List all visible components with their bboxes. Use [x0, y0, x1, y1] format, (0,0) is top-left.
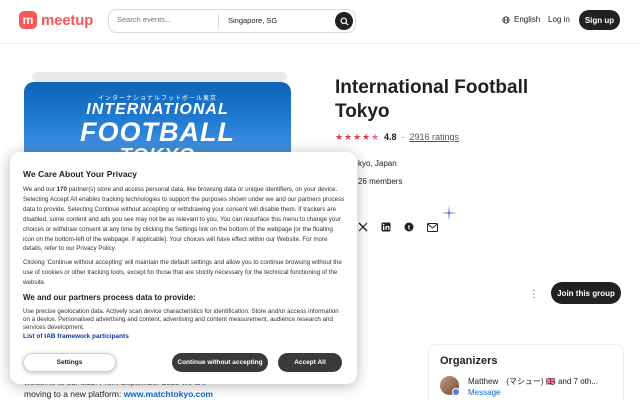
website-link[interactable]: www.matchtokyo.com [124, 389, 213, 399]
consent-subtitle: We and our partners process data to prov… [23, 293, 196, 302]
linkedin-icon[interactable] [380, 221, 392, 233]
share-icons: t [357, 221, 438, 233]
search-button[interactable] [335, 12, 353, 30]
consent-body-post: partner(s) store and access personal dat… [23, 186, 345, 253]
star-half-icon: ★ [371, 132, 380, 142]
privacy-consent-dialog: We Care About Your Privacy We and our 17… [10, 152, 357, 384]
group-title: International Football Tokyo [335, 77, 529, 122]
settings-button[interactable]: Settings [23, 353, 116, 372]
description-prefix: moving to a new platform: [24, 389, 124, 399]
rating-value: 4.8 [384, 132, 397, 142]
message-link[interactable]: Message [468, 388, 500, 397]
location-input[interactable]: Singapore, SG [228, 16, 277, 25]
rating-stars: ★ ★ ★ ★ ★ [335, 132, 380, 142]
tumblr-icon[interactable]: t [403, 221, 415, 233]
globe-icon [502, 15, 510, 24]
continue-without-accepting-button[interactable]: Continue without accepting [172, 353, 268, 372]
star-icon: ★ [353, 132, 362, 142]
star-icon: ★ [344, 132, 353, 142]
star-icon: ★ [335, 132, 344, 142]
group-members[interactable]: 26 members [358, 177, 402, 186]
logo-text: meetup [41, 11, 94, 29]
search-input[interactable] [117, 15, 217, 24]
partner-count: 170 [56, 186, 67, 193]
organizers-title: Organizers [440, 355, 498, 367]
language-label: English [514, 15, 541, 24]
signup-button[interactable]: Sign up [579, 10, 620, 30]
meetup-logo[interactable]: m meetup [19, 11, 93, 29]
banner-line2: FOOTBALL [80, 117, 235, 147]
banner-card-back [32, 72, 287, 82]
rating-count-link[interactable]: 2916 ratings [410, 132, 460, 142]
consent-body: We and our 170 partner(s) store and acce… [23, 185, 345, 254]
language-selector[interactable]: English [502, 15, 540, 24]
accept-all-button[interactable]: Accept All [278, 353, 342, 372]
consent-body-pre: We and our [23, 186, 57, 193]
organizer-name[interactable]: Matthew (マシュー) 🇬🇧 and 7 oth... [468, 376, 598, 387]
login-link[interactable]: Log in [548, 15, 570, 24]
more-icon[interactable]: ⋮ [528, 288, 540, 300]
consent-body-continue: Clicking 'Continue without accepting' wi… [23, 259, 342, 286]
consent-title: We Care About Your Privacy [23, 169, 137, 179]
iab-participants-link[interactable]: List of IAB framework participants [23, 333, 129, 340]
logo-mark: m [19, 11, 37, 29]
star-icon: ★ [362, 132, 371, 142]
sparkle-icon [441, 205, 457, 221]
description-line2: moving to a new platform: www.matchtokyo… [24, 389, 213, 399]
search-icon [339, 16, 349, 26]
join-group-button[interactable]: Join this group [551, 282, 621, 304]
search-bar: Singapore, SG [108, 9, 356, 33]
rating-separator: · [401, 132, 405, 142]
organizer-badge-icon [452, 388, 460, 396]
consent-purposes: Use precise geolocation data. Actively s… [23, 308, 339, 331]
group-location: kyo, Japan [358, 159, 397, 168]
organizers-card: Organizers Matthew (マシュー) 🇬🇧 and 7 oth..… [428, 344, 624, 400]
search-divider [218, 14, 219, 29]
x-icon[interactable] [357, 221, 369, 233]
rating-row: ★ ★ ★ ★ ★ 4.8 · 2916 ratings [335, 132, 459, 142]
site-header: m meetup Singapore, SG English Log in Si… [0, 0, 640, 44]
email-icon[interactable] [426, 221, 438, 233]
